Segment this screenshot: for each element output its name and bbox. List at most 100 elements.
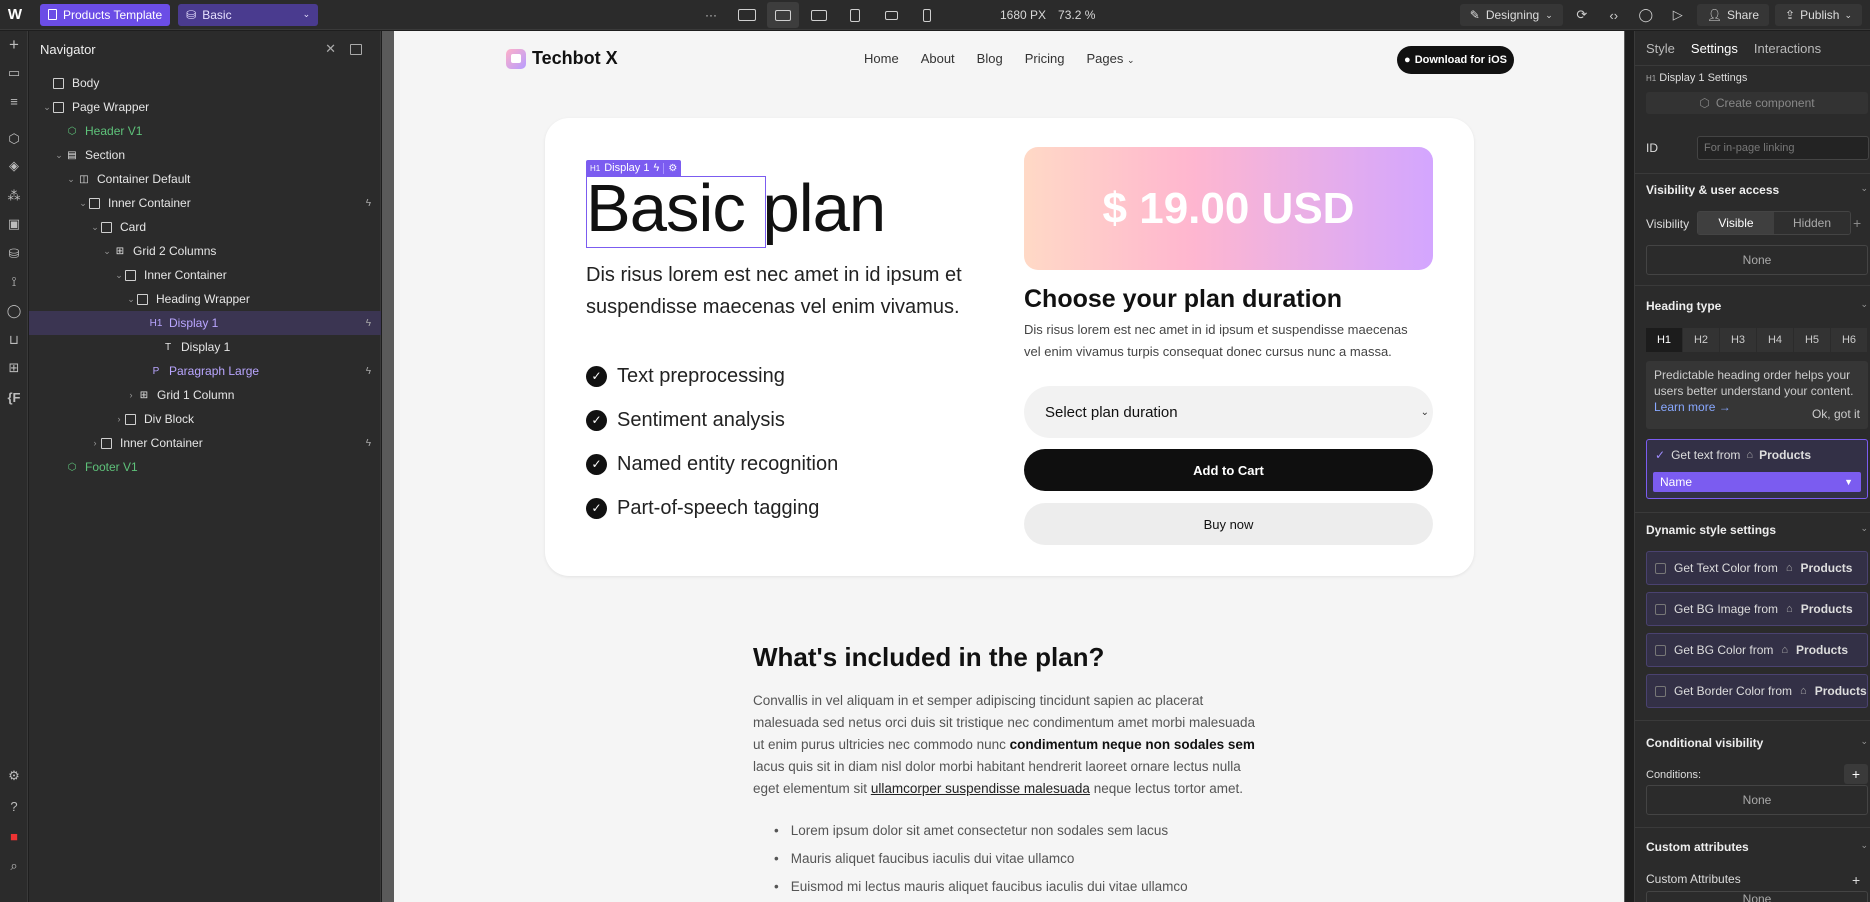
chevron-down-icon[interactable]: ⌄ bbox=[41, 102, 53, 113]
components-icon[interactable]: ⬡ bbox=[4, 129, 24, 149]
tree-item-footer-v1[interactable]: ⬡ Footer V1 bbox=[29, 455, 381, 479]
add-icon[interactable]: + bbox=[1853, 215, 1861, 231]
styles-icon[interactable]: ◈ bbox=[4, 156, 24, 176]
checkbox[interactable] bbox=[1655, 562, 1666, 574]
ecommerce-icon[interactable]: ⊔ bbox=[4, 330, 24, 350]
share-button[interactable]: 👤︎ Share bbox=[1696, 4, 1770, 26]
breakpoint-tablet[interactable] bbox=[839, 2, 871, 28]
tree-item-grid-1-column[interactable]: › ⊞ Grid 1 Column bbox=[29, 383, 381, 407]
sync-icon[interactable]: ⟳ bbox=[1569, 2, 1595, 28]
nav-link-pages[interactable]: Pages ⌄ bbox=[1086, 51, 1134, 66]
attributes-none-box[interactable]: None bbox=[1646, 891, 1868, 902]
chevron-right-icon[interactable]: › bbox=[125, 390, 137, 400]
ok-got-it-button[interactable]: Ok, got it bbox=[1812, 406, 1860, 422]
download-ios-button[interactable]: ● Download for iOS bbox=[1397, 46, 1514, 74]
more-menu-button[interactable]: ··· bbox=[695, 2, 727, 28]
tree-item-inner-container[interactable]: ⌄ Inner Container ϟ bbox=[29, 191, 381, 215]
id-field[interactable]: For in-page linking bbox=[1697, 136, 1869, 160]
record-icon[interactable]: ■ bbox=[4, 826, 24, 846]
pages-icon[interactable]: ▭ bbox=[4, 63, 24, 83]
search-icon[interactable]: ⌕ bbox=[4, 856, 24, 876]
breakpoint-large-desktop[interactable] bbox=[731, 2, 763, 28]
tree-item-display-1-text[interactable]: T Display 1 bbox=[29, 335, 381, 359]
tree-item-header-v1[interactable]: ⬡ Header V1 bbox=[29, 119, 381, 143]
breakpoint-tablet-landscape[interactable] bbox=[803, 2, 835, 28]
chevron-down-icon[interactable]: ⌄ bbox=[125, 294, 137, 305]
nav-link-home[interactable]: Home bbox=[864, 51, 899, 66]
tree-item-paragraph-large[interactable]: P Paragraph Large ϟ bbox=[29, 359, 381, 383]
site-brand[interactable]: Techbot X bbox=[506, 48, 618, 69]
apps-icon[interactable]: ⊞ bbox=[4, 358, 24, 378]
tree-item-inner-container-2[interactable]: ⌄ Inner Container bbox=[29, 263, 381, 287]
chevron-down-icon[interactable]: ⌄ bbox=[113, 270, 125, 281]
publish-button[interactable]: ⇪ Publish ⌄ bbox=[1775, 4, 1862, 26]
checkbox[interactable] bbox=[1655, 644, 1666, 656]
tree-item-inner-container-3[interactable]: › Inner Container ϟ bbox=[29, 431, 381, 455]
chevron-down-icon[interactable]: ⌄ bbox=[77, 198, 89, 209]
chevron-down-icon[interactable]: ⌄ bbox=[65, 174, 77, 185]
chevron-down-icon[interactable]: ⌄ bbox=[101, 246, 113, 257]
canvas-zoom[interactable]: 73.2 % bbox=[1058, 8, 1095, 22]
visible-option[interactable]: Visible bbox=[1698, 212, 1774, 234]
h2-button[interactable]: H2 bbox=[1683, 328, 1720, 352]
heading-type-title[interactable]: Heading type ⌄ bbox=[1646, 299, 1868, 313]
checkbox[interactable] bbox=[1655, 685, 1666, 697]
dynamic-style-title[interactable]: Dynamic style settings ⌄ bbox=[1646, 523, 1868, 537]
close-icon[interactable]: ✕ bbox=[325, 41, 336, 57]
variables-icon[interactable]: ⁂ bbox=[4, 186, 24, 206]
tree-item-display-1-heading[interactable]: H1 Display 1 ϟ bbox=[29, 311, 381, 335]
code-icon[interactable]: ‹› bbox=[1601, 2, 1627, 28]
visibility-section-title[interactable]: Visibility & user access ⌄ bbox=[1646, 183, 1868, 197]
settings-icon[interactable]: ⚙ bbox=[4, 766, 24, 786]
chevron-right-icon[interactable]: › bbox=[89, 438, 101, 448]
mode-switcher[interactable]: ✎ Designing ⌄ bbox=[1459, 4, 1563, 26]
chevron-down-icon[interactable]: ⌄ bbox=[53, 150, 65, 161]
cms-icon[interactable]: ⛁ bbox=[4, 244, 24, 264]
field-select[interactable]: Name ▼ bbox=[1653, 472, 1861, 492]
tree-item-body[interactable]: Body bbox=[29, 71, 381, 95]
conditional-visibility-title[interactable]: Conditional visibility ⌄ bbox=[1646, 736, 1868, 750]
breakpoint-mobile-landscape[interactable] bbox=[875, 2, 907, 28]
buy-now-button[interactable]: Buy now bbox=[1024, 503, 1433, 545]
tree-item-card[interactable]: ⌄ Card bbox=[29, 215, 381, 239]
tree-item-heading-wrapper[interactable]: ⌄ Heading Wrapper bbox=[29, 287, 381, 311]
included-link[interactable]: ullamcorper suspendisse malesuada bbox=[871, 781, 1090, 796]
add-condition-button[interactable]: + bbox=[1844, 764, 1868, 784]
dyn-bg-image[interactable]: Get BG Image from ⌂ Products bbox=[1646, 592, 1868, 626]
create-component-button[interactable]: ⬡ Create component bbox=[1646, 92, 1868, 114]
tab-settings[interactable]: Settings bbox=[1691, 41, 1738, 65]
template-button[interactable]: Products Template bbox=[40, 3, 171, 26]
add-icon[interactable]: + bbox=[4, 35, 24, 55]
comment-icon[interactable]: ◯ bbox=[1633, 2, 1659, 28]
h5-button[interactable]: H5 bbox=[1794, 328, 1831, 352]
tree-item-container-default[interactable]: ⌄ ◫ Container Default bbox=[29, 167, 381, 191]
assets-icon[interactable]: ▣ bbox=[4, 214, 24, 234]
plan-duration-select[interactable]: Select plan duration ⌄ bbox=[1024, 386, 1433, 438]
dyn-border-color[interactable]: Get Border Color from ⌂ Products bbox=[1646, 674, 1868, 708]
page-selector[interactable]: ⛁ Basic ⌄ bbox=[178, 3, 319, 26]
get-text-row[interactable]: ✓ Get text from ⌂ Products bbox=[1655, 448, 1811, 462]
add-attribute-icon[interactable]: + bbox=[1852, 872, 1860, 888]
h6-button[interactable]: H6 bbox=[1831, 328, 1868, 352]
plan-heading[interactable]: Basic plan bbox=[586, 170, 886, 247]
tree-item-section[interactable]: ⌄ ▤ Section bbox=[29, 143, 381, 167]
users-icon[interactable]: ◯ bbox=[4, 301, 24, 321]
tab-interactions[interactable]: Interactions bbox=[1754, 41, 1821, 65]
breakpoint-desktop[interactable] bbox=[767, 2, 799, 28]
conditions-none-box[interactable]: None bbox=[1646, 785, 1868, 815]
hidden-option[interactable]: Hidden bbox=[1774, 212, 1850, 234]
custom-attributes-title[interactable]: Custom attributes ⌄ bbox=[1646, 840, 1868, 854]
chevron-right-icon[interactable]: › bbox=[113, 414, 125, 424]
dyn-bg-color[interactable]: Get BG Color from ⌂ Products bbox=[1646, 633, 1868, 667]
tree-item-page-wrapper[interactable]: ⌄ Page Wrapper bbox=[29, 95, 381, 119]
h4-button[interactable]: H4 bbox=[1757, 328, 1794, 352]
dock-icon[interactable] bbox=[350, 43, 362, 55]
chevron-down-icon[interactable]: ⌄ bbox=[89, 222, 101, 233]
navigator-icon[interactable]: ≡ bbox=[4, 91, 24, 111]
tree-item-grid-2-columns[interactable]: ⌄ ⊞ Grid 2 Columns bbox=[29, 239, 381, 263]
tree-item-div-block[interactable]: › Div Block bbox=[29, 407, 381, 431]
help-icon[interactable]: ? bbox=[4, 796, 24, 816]
h3-button[interactable]: H3 bbox=[1720, 328, 1757, 352]
nav-link-blog[interactable]: Blog bbox=[977, 51, 1003, 66]
preview-icon[interactable]: ▷ bbox=[1665, 2, 1691, 28]
